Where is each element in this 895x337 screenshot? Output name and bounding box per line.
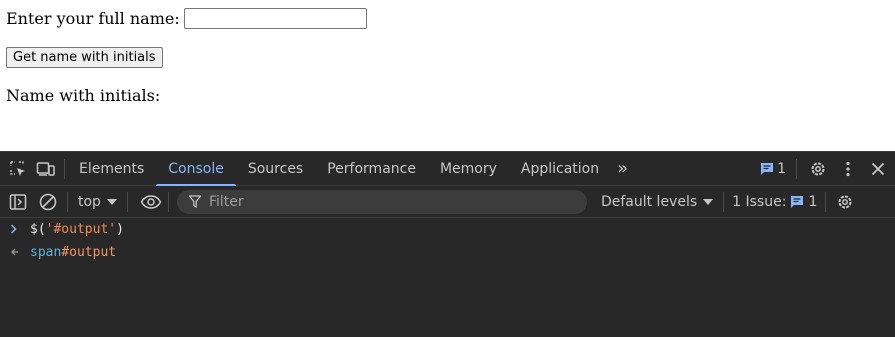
filter-placeholder: Filter: [208, 193, 244, 210]
context-label: top: [78, 193, 101, 210]
issues-counter[interactable]: 1 Issue: 1: [724, 194, 825, 210]
toolbar-divider: [167, 191, 169, 212]
filter-input[interactable]: Filter: [176, 189, 587, 214]
tab-elements[interactable]: Elements: [67, 152, 156, 185]
tabbar-right: 1: [752, 152, 895, 185]
settings-gear-icon[interactable]: [809, 160, 827, 178]
console-toolbar: top Filter Default levels 1 Issue: 1: [0, 186, 895, 218]
page-content: Enter your full name: Get name with init…: [0, 0, 895, 151]
more-tabs-icon[interactable]: »: [617, 158, 628, 179]
toolbar-divider: [825, 191, 827, 212]
console-output: $('#output') span #output: [0, 218, 895, 264]
tab-console[interactable]: Console: [156, 152, 236, 186]
chevron-right-icon: [0, 223, 30, 237]
message-icon: [761, 162, 774, 175]
devtools-panel: Elements Console Sources Performance Mem…: [0, 151, 895, 337]
tabbar-divider: [64, 158, 65, 179]
context-selector[interactable]: top: [68, 194, 127, 210]
chevron-down-icon: [703, 198, 714, 205]
device-toolbar-icon[interactable]: [36, 160, 55, 178]
issues-count: 1: [808, 193, 818, 210]
more-options-icon[interactable]: [839, 160, 857, 178]
result-id: #output: [61, 245, 117, 260]
result-tag: span: [30, 245, 62, 260]
tabbar-divider-right: [796, 158, 797, 179]
code-prefix: $(: [30, 222, 46, 237]
toolbar-divider: [126, 191, 128, 212]
code-string: '#output': [45, 222, 117, 237]
name-row: Enter your full name:: [6, 8, 367, 29]
code-suffix: ): [116, 222, 124, 237]
console-settings-gear-icon[interactable]: [836, 193, 854, 211]
full-name-input[interactable]: [183, 8, 367, 29]
tab-sources[interactable]: Sources: [236, 152, 315, 185]
clear-console-icon[interactable]: [39, 193, 57, 211]
result-label: Name with initials:: [6, 86, 161, 105]
inspect-element-icon[interactable]: [9, 160, 27, 178]
tab-memory[interactable]: Memory: [428, 152, 509, 185]
log-levels-dropdown[interactable]: Default levels: [600, 193, 714, 210]
message-icon: [791, 195, 804, 208]
tab-performance[interactable]: Performance: [315, 152, 428, 185]
close-devtools-icon[interactable]: [869, 160, 887, 178]
console-result-line[interactable]: span #output: [0, 241, 895, 264]
tab-application[interactable]: Application: [509, 152, 611, 185]
devtools-tabbar: Elements Console Sources Performance Mem…: [0, 152, 895, 186]
get-initials-button[interactable]: Get name with initials: [6, 47, 163, 68]
chevron-down-icon: [106, 198, 117, 205]
filter-icon: [188, 195, 201, 208]
sidebar-toggle-icon[interactable]: [9, 193, 27, 211]
live-expression-eye-icon[interactable]: [140, 193, 162, 211]
messages-badge[interactable]: 1: [752, 161, 796, 177]
issues-label: 1 Issue:: [732, 193, 787, 210]
console-input-line: $('#output'): [0, 218, 895, 241]
name-label: Enter your full name:: [6, 9, 180, 28]
return-arrow-icon: [0, 246, 30, 260]
messages-count: 1: [777, 160, 786, 177]
log-levels-label: Default levels: [600, 193, 698, 210]
